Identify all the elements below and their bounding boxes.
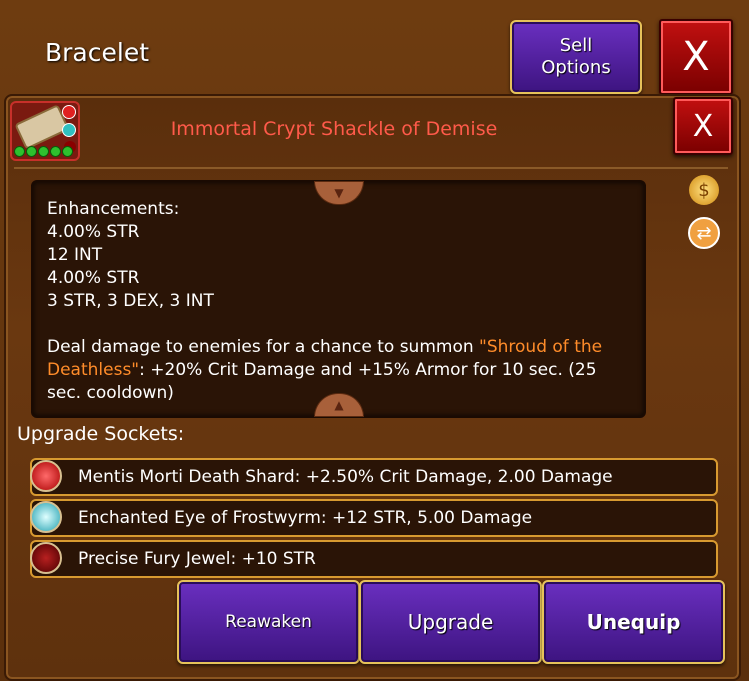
item-name: Immortal Crypt Shackle of Demise	[170, 118, 498, 140]
close-icon: X	[682, 34, 710, 80]
close-item-button[interactable]: X	[673, 97, 733, 155]
item-description-box[interactable]: ▼ Enhancements: 4.00% STR 12 INT 4.00% S…	[31, 180, 646, 418]
cyan-gem-icon	[30, 501, 62, 533]
enhancement-line: 4.00% STR	[47, 268, 140, 288]
window-title: Bracelet	[45, 38, 150, 67]
upgrade-button[interactable]: Upgrade	[359, 580, 542, 664]
swap-icon[interactable]: ⇄	[688, 217, 720, 249]
description-text: Enhancements: 4.00% STR 12 INT 4.00% STR…	[47, 198, 627, 405]
close-icon: X	[692, 108, 714, 144]
green-dot-icon	[62, 146, 73, 157]
green-dot-icon	[14, 146, 25, 157]
effect-description: Deal damage to enemies for a chance to s…	[47, 337, 602, 403]
socket-row[interactable]: Precise Fury Jewel: +10 STR	[30, 540, 718, 578]
enhancement-line: 4.00% STR	[47, 222, 140, 242]
rarity-dots	[14, 146, 73, 157]
unequip-button[interactable]: Unequip	[542, 580, 725, 664]
socket-row[interactable]: Enchanted Eye of Frostwyrm: +12 STR, 5.0…	[30, 499, 718, 537]
bracelet-window: Bracelet Sell Options X Immortal Crypt S…	[0, 0, 749, 681]
socket-row[interactable]: Mentis Morti Death Shard: +2.50% Crit Da…	[30, 458, 718, 496]
sell-label: Sell	[559, 35, 593, 56]
sell-options-button[interactable]: Sell Options	[510, 20, 642, 94]
reawaken-button[interactable]: Reawaken	[177, 580, 360, 664]
divider	[14, 167, 728, 169]
socket-text: Precise Fury Jewel: +10 STR	[78, 549, 316, 569]
red-gem-icon	[30, 460, 62, 492]
socket-text: Mentis Morti Death Shard: +2.50% Crit Da…	[78, 467, 613, 487]
socket-text: Enchanted Eye of Frostwyrm: +12 STR, 5.0…	[78, 508, 533, 528]
green-dot-icon	[26, 146, 37, 157]
close-window-button[interactable]: X	[659, 19, 733, 95]
dark-red-gem-icon	[30, 542, 62, 574]
effect-prefix: Deal damage to enemies for a chance to s…	[47, 337, 480, 357]
red-socket-dot-icon	[62, 105, 76, 119]
enhancements-title: Enhancements:	[47, 199, 180, 219]
green-dot-icon	[38, 146, 49, 157]
green-dot-icon	[50, 146, 61, 157]
gold-bag-icon[interactable]: $	[689, 175, 719, 205]
enhancement-line: 12 INT	[47, 245, 103, 265]
upgrade-sockets-title: Upgrade Sockets:	[17, 423, 185, 445]
options-label: Options	[541, 57, 611, 78]
enhancement-line: 3 STR, 3 DEX, 3 INT	[47, 291, 214, 311]
chevron-up-icon: ▲	[334, 398, 344, 412]
